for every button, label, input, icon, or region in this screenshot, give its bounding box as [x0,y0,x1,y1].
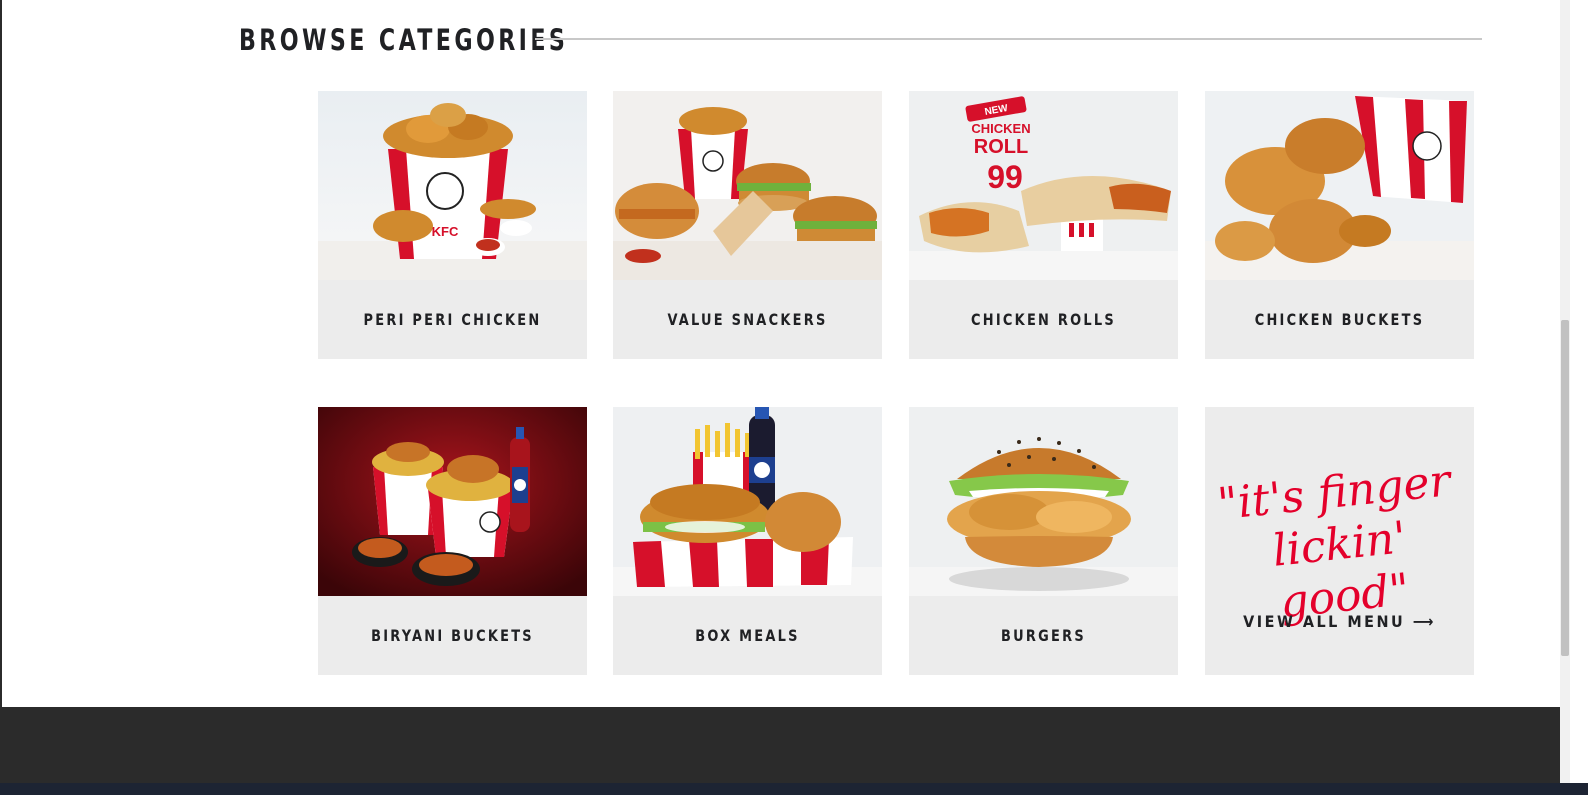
svg-text:KFC: KFC [432,224,459,239]
category-label: CHICKEN ROLLS [970,310,1116,329]
peri-peri-chicken-bucket-image: KFC [318,91,587,280]
category-card-biryani-buckets[interactable]: BIRYANI BUCKETS [318,407,587,675]
category-card-chicken-buckets[interactable]: CHICKEN BUCKETS [1205,91,1474,359]
box-meal-image [613,407,882,596]
heading-divider [535,38,1482,40]
window-bottom-edge [0,783,1588,795]
category-label: CHICKEN BUCKETS [1254,310,1425,329]
zinger-burger-image [909,407,1178,596]
section-heading: BROWSE CATEGORIES [239,23,569,57]
page-scrollbar[interactable] [1560,0,1570,783]
chicken-rolls-image: NEW CHICKEN ROLL 99 [909,91,1178,280]
value-snackers-burgers-image [613,91,882,280]
category-label: BOX MEALS [695,626,800,645]
scrollbar-thumb[interactable] [1561,320,1569,656]
svg-text:99: 99 [987,159,1023,195]
category-card-peri-peri-chicken[interactable]: KFC PERI PERI CHICKEN [318,91,587,359]
window-right-edge [1570,0,1588,795]
brand-slogan: "it's finger lickin' good" [1205,453,1474,636]
window-left-edge [0,0,2,795]
category-card-box-meals[interactable]: BOX MEALS [613,407,882,675]
svg-text:ROLL: ROLL [974,136,1028,158]
category-label: BURGERS [1001,626,1086,645]
view-all-menu-card[interactable]: "it's finger lickin' good" VIEW ALL MENU… [1205,407,1474,675]
biryani-buckets-image [318,407,587,596]
site-footer [2,707,1560,783]
category-label: VALUE SNACKERS [667,310,828,329]
view-all-menu-link[interactable]: VIEW ALL MENU ⟶ [1205,612,1474,631]
chicken-bucket-image [1205,91,1474,280]
category-card-burgers[interactable]: BURGERS [909,407,1178,675]
category-card-chicken-rolls[interactable]: NEW CHICKEN ROLL 99 CHICKEN ROLLS [909,91,1178,359]
category-label: BIRYANI BUCKETS [371,626,534,645]
category-label: PERI PERI CHICKEN [363,310,542,329]
category-card-value-snackers[interactable]: VALUE SNACKERS [613,91,882,359]
svg-text:CHICKEN: CHICKEN [971,121,1030,136]
